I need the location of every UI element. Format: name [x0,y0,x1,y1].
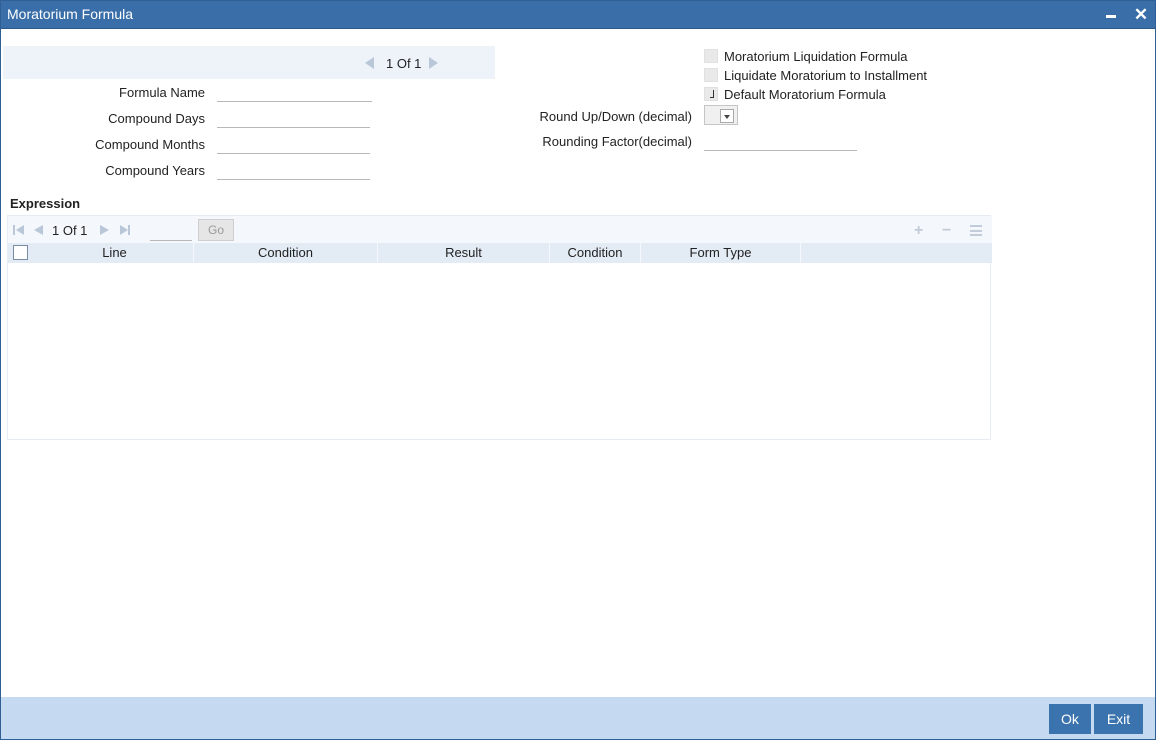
footer-bar: Ok Exit [1,697,1155,739]
column-header-result[interactable]: Result [378,243,550,263]
expression-grid: 1 Of 1 Go + − Line Condition Result Cond… [7,215,992,440]
default-formula-checkbox[interactable] [704,87,718,101]
delete-row-icon[interactable]: − [942,222,951,240]
go-button[interactable]: Go [198,219,234,241]
minimize-icon[interactable] [1101,5,1121,25]
moratorium-liquidation-checkbox[interactable] [704,49,718,63]
column-header-condition[interactable]: Condition [194,243,378,263]
compound-months-label: Compound Months [95,137,205,152]
single-view-icon[interactable] [970,225,982,236]
column-header-line[interactable]: Line [36,243,194,263]
liquidate-to-installment-checkbox[interactable] [704,68,718,82]
default-formula-label: Default Moratorium Formula [724,87,886,102]
first-page-bar [13,225,15,235]
previous-page-icon[interactable] [34,225,43,235]
chevron-down-icon[interactable] [720,109,734,123]
next-page-icon[interactable] [100,225,109,235]
ok-button[interactable]: Ok [1049,704,1091,734]
window-title: Moratorium Formula [7,6,134,22]
grid-page-text: 1 Of 1 [52,223,88,238]
title-bar: Moratorium Formula ✕ [1,1,1155,29]
compound-years-field[interactable] [217,160,370,180]
exit-button[interactable]: Exit [1094,704,1143,734]
compound-days-label: Compound Days [108,111,205,126]
last-page-icon[interactable] [120,225,128,235]
page-number-input[interactable] [150,221,192,241]
add-row-icon[interactable]: + [914,222,923,240]
next-record-icon[interactable] [429,57,438,69]
expression-section-title: Expression [10,196,81,211]
liquidate-to-installment-label: Liquidate Moratorium to Installment [724,68,928,83]
grid-header: Line Condition Result Condition Form Typ… [8,243,992,263]
rounding-factor-label: Rounding Factor(decimal) [542,134,692,149]
compound-years-label: Compound Years [105,163,205,178]
compound-days-field[interactable] [217,108,370,128]
grid-toolbar: 1 Of 1 Go + − [8,216,992,243]
moratorium-formula-window: Moratorium Formula ✕ 1 Of 1 Formula Name… [0,0,1156,740]
round-updown-label: Round Up/Down (decimal) [539,109,692,124]
close-icon[interactable]: ✕ [1131,5,1151,25]
formula-name-field[interactable] [217,82,372,102]
record-pager-text: 1 Of 1 [386,56,422,71]
first-page-icon[interactable] [16,225,24,235]
select-all-checkbox[interactable] [13,245,28,260]
last-page-bar [128,225,130,235]
previous-record-icon[interactable] [365,57,374,69]
formula-name-label: Formula Name [119,85,205,100]
compound-months-field[interactable] [217,134,370,154]
column-header-condition-2[interactable]: Condition [550,243,641,263]
rounding-factor-field[interactable] [704,131,857,151]
record-pager: 1 Of 1 [3,46,495,79]
column-header-form-type[interactable]: Form Type [641,243,801,263]
moratorium-liquidation-label: Moratorium Liquidation Formula [724,49,908,64]
round-updown-select[interactable] [704,105,738,125]
